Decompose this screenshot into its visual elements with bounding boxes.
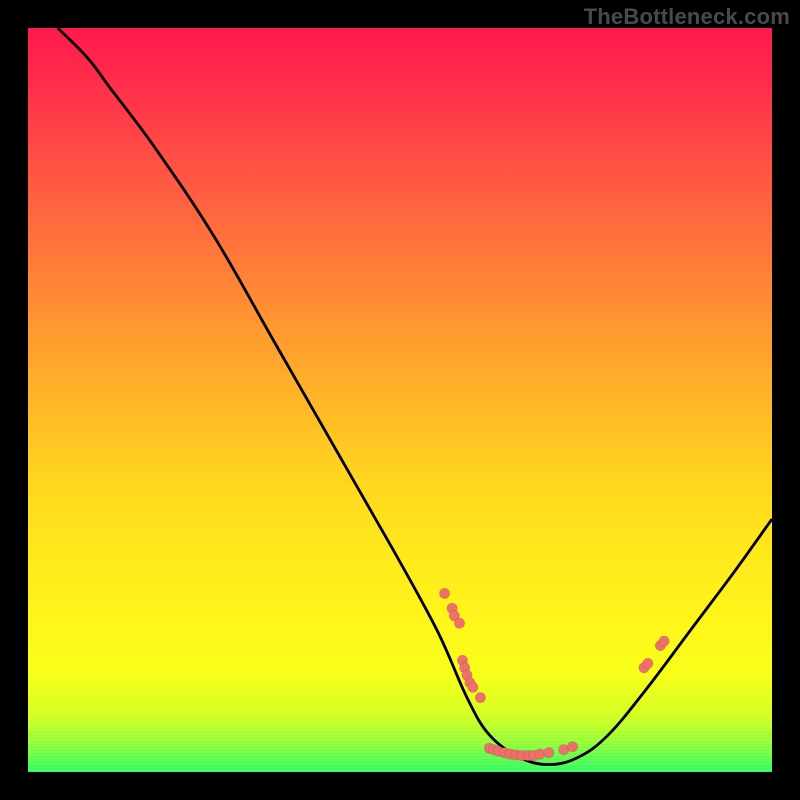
- gradient-plot-area: [28, 28, 772, 772]
- chart-frame: TheBottleneck.com: [0, 0, 800, 800]
- watermark-text: TheBottleneck.com: [584, 4, 790, 30]
